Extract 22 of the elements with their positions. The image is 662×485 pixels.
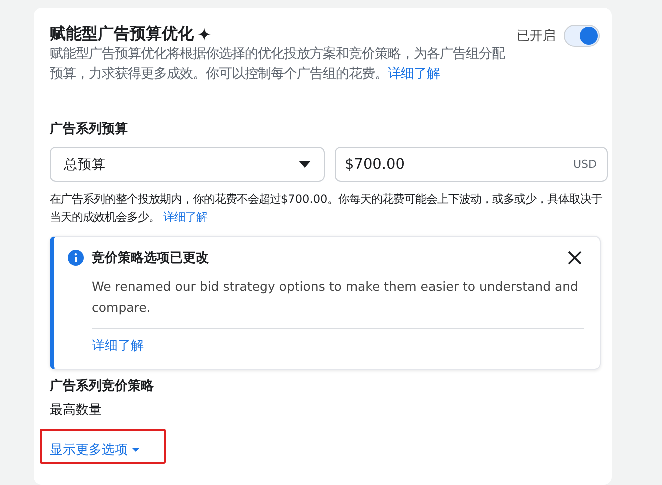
budget-type-dropdown[interactable]: 总预算 bbox=[50, 147, 325, 182]
help-text: 在广告系列的整个投放期内，你的花费不会超过$700.00。你每天的花费可能会上下波动，或多或少，具体取决于当天的成效机会多少。 详细了解 bbox=[50, 192, 604, 226]
currency-label: USD bbox=[573, 158, 597, 171]
notice-text: We renamed our bid strategy options to make them easier to understand and compare. bbox=[92, 278, 580, 317]
toggle-label: 已开启 bbox=[517, 28, 556, 45]
notice-title: 竞价策略选项已更改 bbox=[92, 250, 210, 267]
learn-more-link[interactable]: 详细了解 bbox=[388, 67, 440, 82]
bid-strategy-value: 最高数量 bbox=[50, 402, 103, 419]
caret-icon bbox=[299, 161, 311, 168]
field-label: 广告系列竞价策略 bbox=[50, 378, 155, 396]
amount-field[interactable]: $700.00 USD bbox=[335, 147, 608, 182]
info-icon bbox=[68, 250, 84, 266]
sparkle-icon bbox=[198, 28, 211, 40]
caret-icon bbox=[132, 448, 140, 452]
section-title: 赋能型广告预算优化 bbox=[50, 24, 194, 44]
description: 赋能型广告预算优化将根据你选择的优化投放方案和竞价策略，为各广告组分配预算，力求获得更多成效。你可以控制每个广告组的花费。详细了解 bbox=[50, 46, 505, 84]
show-more-link[interactable]: 显示更多选项 bbox=[50, 441, 140, 459]
learn-more-link[interactable]: 详细了解 bbox=[92, 337, 144, 355]
toggle-switch[interactable] bbox=[564, 25, 600, 47]
close-icon[interactable] bbox=[568, 251, 582, 265]
learn-more-link[interactable]: 详细了解 bbox=[164, 211, 208, 224]
field-label: 广告系列预算 bbox=[50, 121, 129, 139]
